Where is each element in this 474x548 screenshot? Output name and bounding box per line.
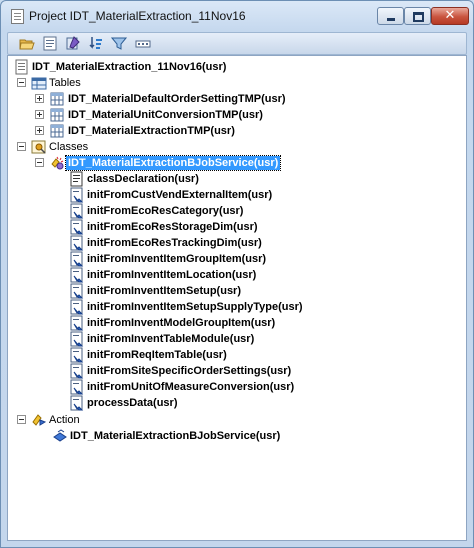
- method-icon: [69, 299, 85, 315]
- maximize-icon: [413, 12, 424, 22]
- action-label[interactable]: Action: [49, 413, 80, 427]
- action-folder-icon: [31, 412, 47, 428]
- method-label[interactable]: initFromReqItemTable(usr): [87, 348, 227, 362]
- method-icon: [69, 283, 85, 299]
- method-icon: [69, 251, 85, 267]
- table-item-label[interactable]: IDT_MaterialDefaultOrderSettingTMP(usr): [68, 92, 286, 106]
- close-icon: ✕: [444, 7, 456, 22]
- method-label[interactable]: initFromEcoResStorageDim(usr): [87, 220, 258, 234]
- method-icon: [69, 267, 85, 283]
- method-label[interactable]: initFromInventItemGroupItem(usr): [87, 252, 266, 266]
- table-icon: [49, 107, 65, 123]
- classes-label[interactable]: Classes: [49, 140, 88, 154]
- collapse-classes-toggle[interactable]: [17, 142, 26, 151]
- title-bar[interactable]: Project IDT_MaterialExtraction_11Nov16 ✕: [1, 1, 473, 31]
- method-label[interactable]: initFromCustVendExternalItem(usr): [87, 188, 272, 202]
- method-label[interactable]: initFromEcoResTrackingDim(usr): [87, 236, 262, 250]
- menu-item-action-icon: [52, 428, 68, 444]
- minimize-icon: [387, 18, 395, 21]
- classes-folder-icon: [31, 139, 47, 155]
- method-label[interactable]: initFromSiteSpecificOrderSettings(usr): [87, 364, 291, 378]
- method-label[interactable]: initFromInventTableModule(usr): [87, 332, 254, 346]
- method-icon: [69, 379, 85, 395]
- open-folder-icon[interactable]: [19, 36, 35, 51]
- method-label[interactable]: initFromInventItemSetup(usr): [87, 284, 241, 298]
- expand-table-toggle[interactable]: [35, 126, 44, 135]
- class-icon: [49, 155, 65, 171]
- project-tree[interactable]: IDT_MaterialExtraction_11Nov16(usr) Tabl…: [7, 55, 467, 541]
- tables-label[interactable]: Tables: [49, 76, 81, 90]
- method-icon: [69, 219, 85, 235]
- expand-table-toggle[interactable]: [35, 110, 44, 119]
- minimize-button[interactable]: [377, 7, 404, 25]
- project-window-icon: [11, 9, 24, 24]
- table-icon: [49, 123, 65, 139]
- collapse-action-toggle[interactable]: [17, 415, 26, 424]
- project-icon: [14, 59, 30, 75]
- method-icon: [69, 395, 85, 411]
- method-label[interactable]: processData(usr): [87, 396, 177, 410]
- table-icon: [49, 91, 65, 107]
- maximize-button[interactable]: [404, 7, 431, 25]
- action-item-label[interactable]: IDT_MaterialExtractionBJobService(usr): [70, 429, 280, 443]
- declaration-icon: [69, 171, 85, 187]
- tables-folder-icon: [31, 75, 47, 91]
- compile-icon[interactable]: [65, 36, 81, 51]
- method-icon: [69, 347, 85, 363]
- sort-icon[interactable]: [88, 36, 104, 51]
- layout-icon[interactable]: [135, 36, 151, 51]
- toolbar: [7, 32, 467, 55]
- filter-icon[interactable]: [111, 36, 127, 51]
- window-title: Project IDT_MaterialExtraction_11Nov16: [29, 9, 246, 23]
- table-item-label[interactable]: IDT_MaterialUnitConversionTMP(usr): [68, 108, 263, 122]
- method-label[interactable]: initFromEcoResCategory(usr): [87, 204, 243, 218]
- table-item-label[interactable]: IDT_MaterialExtractionTMP(usr): [68, 124, 235, 138]
- method-icon: [69, 203, 85, 219]
- tree-root-label[interactable]: IDT_MaterialExtraction_11Nov16(usr): [32, 60, 226, 74]
- method-icon: [69, 235, 85, 251]
- expand-table-toggle[interactable]: [35, 94, 44, 103]
- method-icon: [69, 331, 85, 347]
- class-service-label[interactable]: IDT_MaterialExtractionBJobService(usr): [64, 155, 282, 171]
- method-label[interactable]: initFromInventItemSetupSupplyType(usr): [87, 300, 303, 314]
- project-window: Project IDT_MaterialExtraction_11Nov16 ✕: [0, 0, 474, 548]
- properties-icon[interactable]: [42, 36, 58, 51]
- close-button[interactable]: ✕: [431, 7, 469, 25]
- method-label[interactable]: initFromUnitOfMeasureConversion(usr): [87, 380, 294, 394]
- method-icon: [69, 187, 85, 203]
- collapse-tables-toggle[interactable]: [17, 78, 26, 87]
- method-icon: [69, 363, 85, 379]
- method-label[interactable]: classDeclaration(usr): [87, 172, 199, 186]
- method-label[interactable]: initFromInventModelGroupItem(usr): [87, 316, 275, 330]
- method-icon: [69, 315, 85, 331]
- method-label[interactable]: initFromInventItemLocation(usr): [87, 268, 256, 282]
- collapse-class-toggle[interactable]: [35, 158, 44, 167]
